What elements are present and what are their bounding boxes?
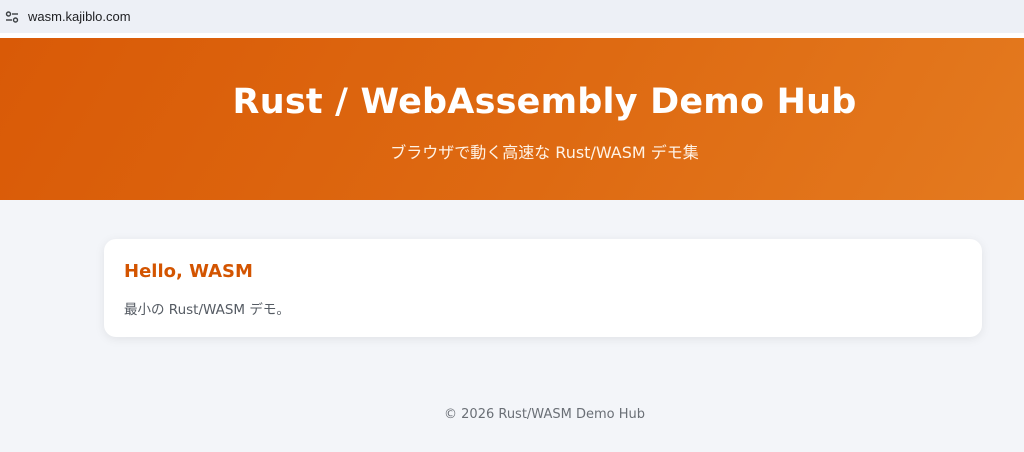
demo-card-description: 最小の Rust/WASM デモ。 [124, 302, 290, 318]
address-bar: wasm.kajiblo.com [0, 0, 1024, 33]
demo-card-title[interactable]: Hello, WASM [124, 261, 253, 282]
page-footer: © 2026 Rust/WASM Demo Hub [444, 407, 645, 422]
url-field[interactable]: wasm.kajiblo.com [28, 9, 131, 24]
hero-banner: Rust / WebAssembly Demo Hub ブラウザで動く高速な R… [0, 38, 1024, 200]
page-subtitle: ブラウザで動く高速な Rust/WASM デモ集 [390, 143, 699, 162]
site-info-icon[interactable] [2, 7, 22, 27]
page-title: Rust / WebAssembly Demo Hub [232, 82, 857, 122]
tune-icon [5, 10, 19, 23]
demo-card-hello-wasm[interactable]: Hello, WASM 最小の Rust/WASM デモ。 [104, 239, 982, 337]
